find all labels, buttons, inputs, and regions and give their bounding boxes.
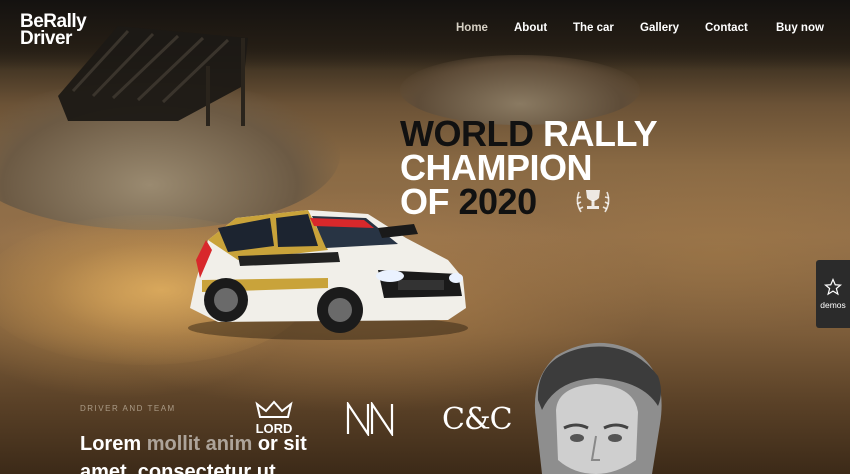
- nav-buy-now[interactable]: Buy now: [776, 22, 824, 34]
- intro-line-2: amet, consectetur ut: [80, 461, 276, 474]
- star-icon: [824, 278, 842, 296]
- brand-logo[interactable]: BeRally Driver: [20, 12, 87, 49]
- partners-label: DRIVER AND TEAM: [80, 404, 176, 413]
- demos-label: demos: [820, 300, 846, 310]
- brand-line-2: Driver: [20, 28, 72, 49]
- main-nav: Home About The car Gallery Contact Buy n…: [440, 22, 830, 38]
- nav-contact[interactable]: Contact: [705, 22, 748, 34]
- crown-icon: [255, 400, 293, 418]
- nav-the-car[interactable]: The car: [573, 22, 614, 34]
- trophy-laurel-icon: [576, 190, 610, 213]
- headline-line-2: CHAMPION: [400, 147, 593, 188]
- cc-logo: C&C: [442, 402, 513, 437]
- nn-logo-icon: [346, 402, 394, 436]
- hero-headline: WORLD RALLY CHAMPION OF 2020: [400, 113, 658, 222]
- driver-portrait: [534, 342, 662, 474]
- headline-line-1: WORLD RALLY: [400, 113, 658, 154]
- nav-about[interactable]: About: [514, 22, 547, 34]
- nav-gallery[interactable]: Gallery: [640, 22, 679, 34]
- hero-background: [0, 0, 850, 474]
- demos-button[interactable]: demos: [816, 260, 850, 328]
- nav-home[interactable]: Home: [456, 22, 488, 34]
- intro-line-1: Lorem mollit anim or sit: [80, 433, 307, 455]
- intro-text: Lorem mollit anim or sit amet, consectet…: [80, 430, 307, 474]
- metal-ramp: [58, 26, 248, 126]
- headline-line-3: OF 2020: [400, 181, 537, 222]
